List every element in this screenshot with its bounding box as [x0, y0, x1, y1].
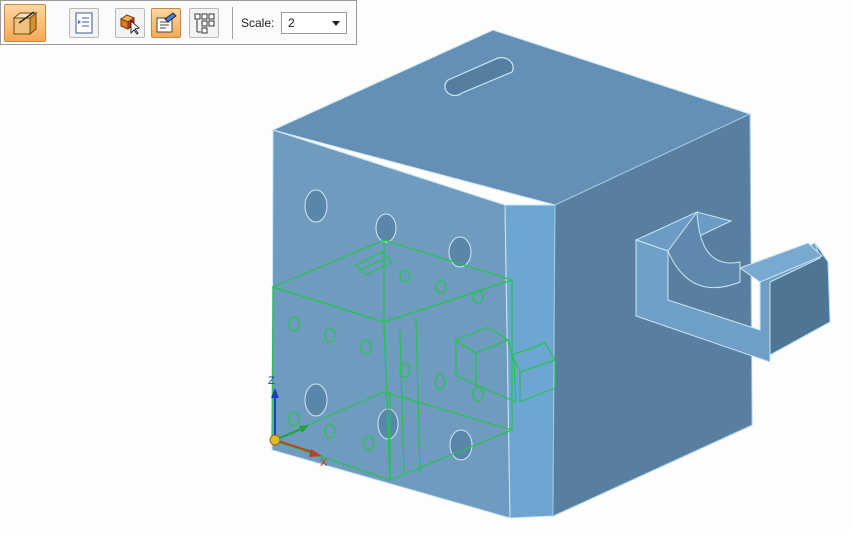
toolbar-separator	[232, 7, 233, 39]
arrange-button[interactable]	[189, 8, 219, 38]
hole	[448, 236, 472, 268]
scale-dropdown[interactable]: 2	[281, 12, 347, 34]
edit-definition-button[interactable]	[151, 8, 181, 38]
properties-button[interactable]	[69, 8, 99, 38]
edit-sheet-icon	[156, 12, 177, 33]
front-face	[271, 129, 511, 519]
command-bar: Scale: 2	[0, 0, 357, 45]
part-body[interactable]	[271, 29, 753, 519]
3d-viewport[interactable]: Z X	[0, 0, 853, 534]
chevron-down-icon	[332, 21, 340, 26]
axis-label-z: Z	[268, 375, 275, 387]
select-part-button[interactable]	[115, 8, 145, 38]
hole	[304, 189, 328, 223]
shaded-box-icon	[12, 11, 38, 36]
hole	[375, 213, 397, 243]
hole	[304, 383, 328, 417]
grid-arrange-icon	[194, 13, 215, 34]
hole	[449, 429, 473, 461]
axis-label-x: X	[320, 457, 328, 469]
view-style-button[interactable]	[4, 4, 46, 42]
document-list-icon	[75, 12, 93, 34]
scale-label: Scale:	[241, 16, 275, 30]
part-select-icon	[119, 14, 140, 35]
scale-value: 2	[288, 16, 295, 30]
